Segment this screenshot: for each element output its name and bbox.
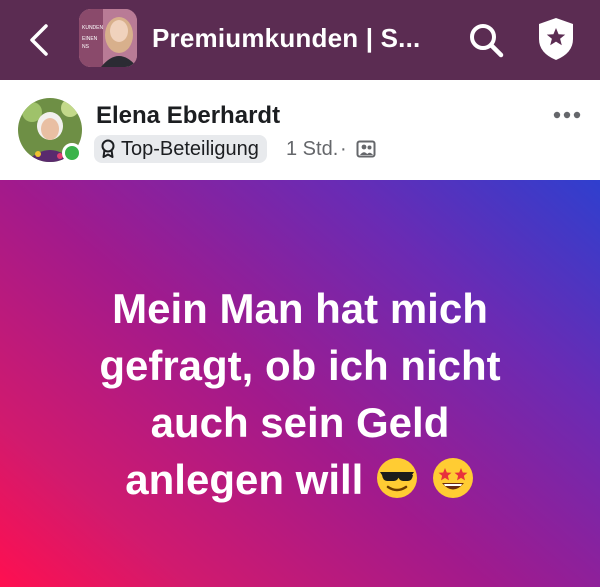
sunglasses-emoji-icon bbox=[377, 458, 418, 498]
svg-text:KUNDEN: KUNDEN bbox=[82, 25, 104, 31]
shield-star-icon bbox=[539, 18, 573, 60]
post-text-line: gefragt, ob ich nicht bbox=[99, 342, 501, 389]
back-button[interactable] bbox=[20, 20, 60, 60]
star-struck-emoji-icon bbox=[432, 458, 473, 498]
meta-separator: · bbox=[340, 138, 347, 160]
post-text-line: anlegen will bbox=[125, 456, 364, 503]
online-status-dot bbox=[62, 143, 82, 163]
more-options-button[interactable] bbox=[548, 102, 586, 128]
chevron-left-icon bbox=[30, 24, 48, 56]
author-name[interactable]: Elena Eberhardt bbox=[96, 102, 280, 130]
group-audience-icon bbox=[356, 140, 376, 158]
svg-text:NS: NS bbox=[82, 44, 90, 50]
post-text: Mein Man hat mich gefragt, ob ich nicht … bbox=[40, 280, 560, 508]
post-text-line-with-emojis: anlegen will bbox=[40, 451, 560, 508]
top-contributor-badge[interactable]: Top-Beteiligung bbox=[94, 135, 267, 163]
badge-label: Top-Beteiligung bbox=[121, 138, 259, 160]
more-horizontal-icon bbox=[553, 111, 581, 119]
group-title[interactable]: Premiumkunden | S... bbox=[152, 20, 420, 56]
post-header bbox=[0, 80, 600, 180]
admin-tools-button[interactable] bbox=[534, 15, 578, 63]
post-timestamp[interactable]: 1 Std. bbox=[286, 136, 338, 162]
top-bar: KUNDEN EINEN NS Premiumkunden | S... bbox=[0, 0, 600, 80]
award-icon bbox=[101, 139, 115, 158]
post-text-line: Mein Man hat mich bbox=[112, 285, 488, 332]
group-cover-image: KUNDEN EINEN NS bbox=[79, 9, 137, 67]
search-button[interactable] bbox=[464, 18, 508, 62]
group-thumbnail[interactable]: KUNDEN EINEN NS bbox=[79, 9, 137, 67]
post-text-line: auch sein Geld bbox=[150, 399, 450, 446]
svg-text:EINEN: EINEN bbox=[82, 36, 98, 42]
search-icon bbox=[470, 24, 504, 58]
